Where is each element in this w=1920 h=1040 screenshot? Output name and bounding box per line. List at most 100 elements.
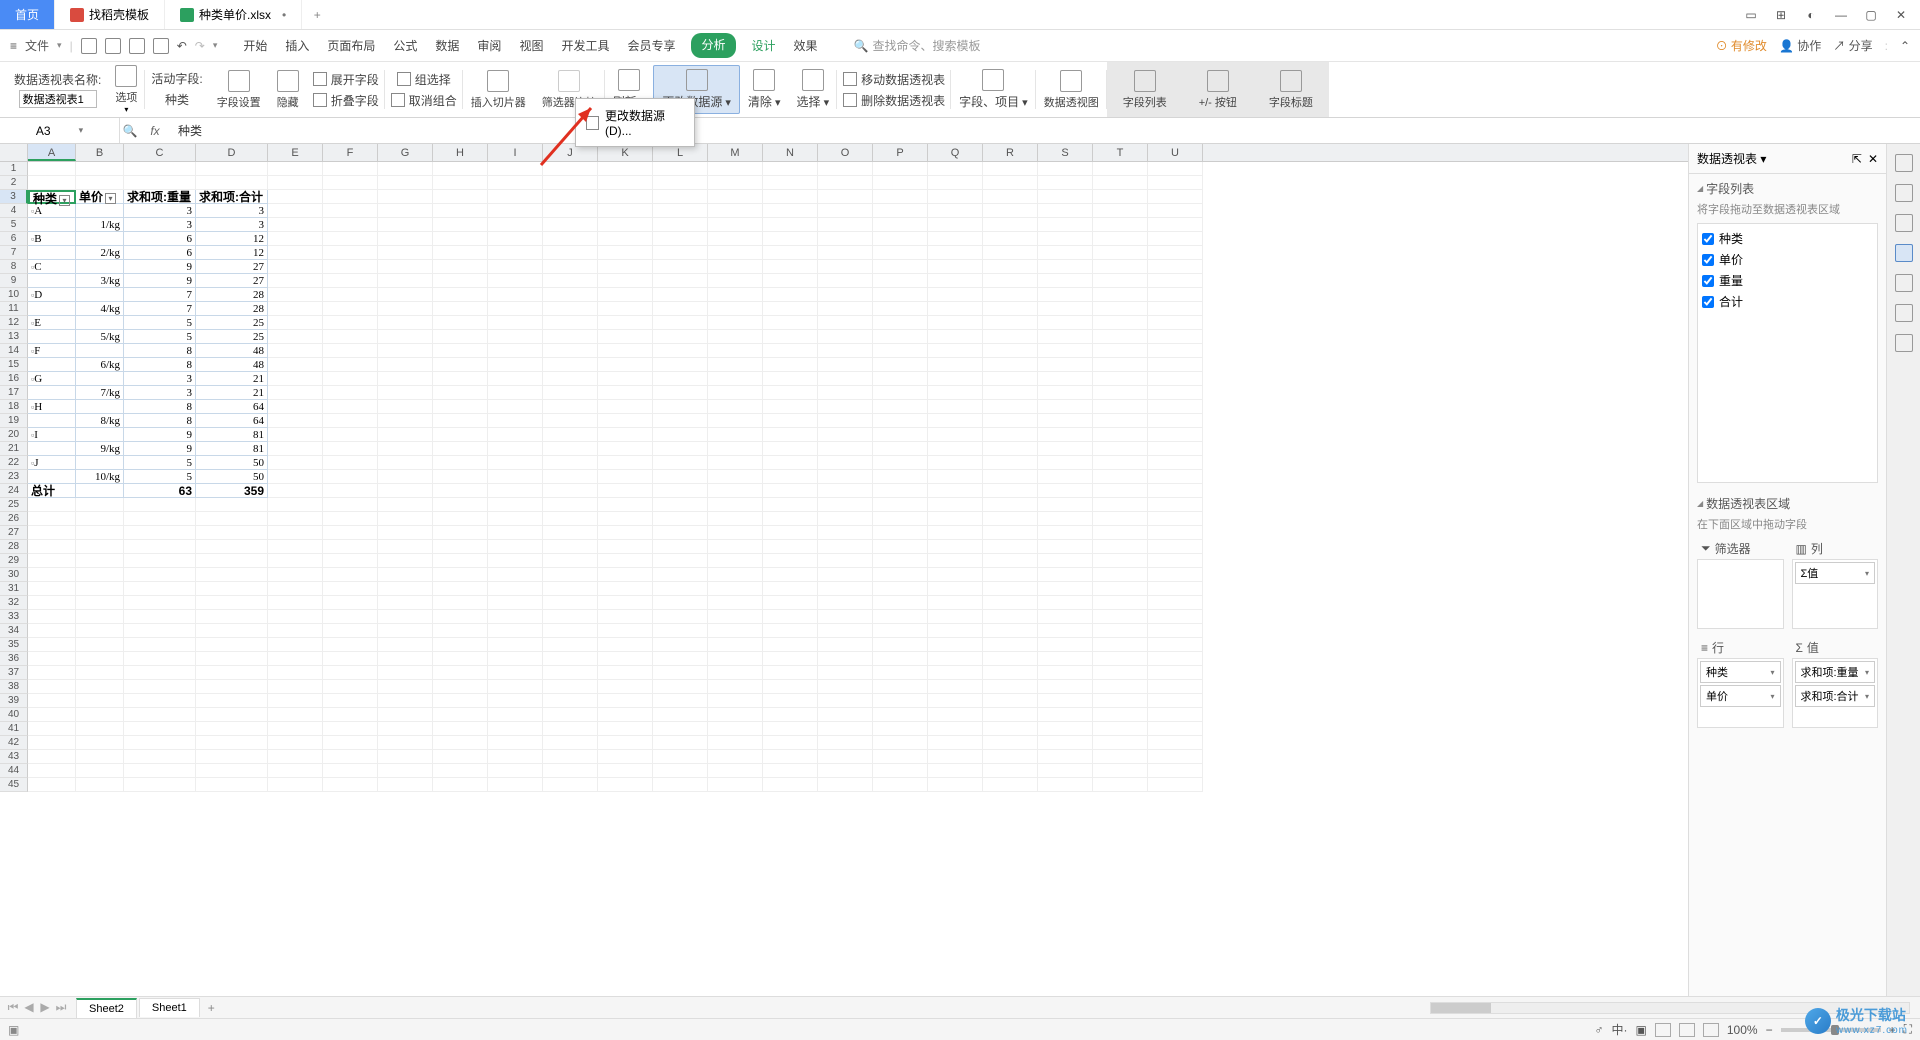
cell[interactable] [653,176,708,190]
cell[interactable] [818,288,873,302]
cell[interactable] [598,316,653,330]
row-header[interactable]: 26 [0,512,28,526]
layout-icon[interactable]: ▭ [1740,8,1762,22]
cell[interactable]: ▫J [28,456,76,470]
preview-icon[interactable] [153,38,169,54]
cell[interactable] [928,722,983,736]
cell[interactable] [543,624,598,638]
cell[interactable] [983,358,1038,372]
cell[interactable] [268,274,323,288]
cell[interactable] [928,652,983,666]
cell[interactable] [268,190,323,204]
cell[interactable] [983,764,1038,778]
cell[interactable] [818,218,873,232]
cell[interactable] [1038,456,1093,470]
col-header-Q[interactable]: Q [928,144,983,161]
cell[interactable] [598,204,653,218]
cell[interactable] [268,610,323,624]
cell[interactable] [873,582,928,596]
cell[interactable] [268,414,323,428]
cell[interactable] [1093,288,1148,302]
cell[interactable] [1038,694,1093,708]
cell[interactable] [543,708,598,722]
cell[interactable] [76,610,124,624]
col-header-N[interactable]: N [763,144,818,161]
cell[interactable] [543,344,598,358]
cell[interactable] [196,162,268,176]
tab-add[interactable]: + [302,0,332,29]
cell[interactable] [983,386,1038,400]
cell[interactable] [488,288,543,302]
cell[interactable] [433,568,488,582]
cell[interactable] [1093,302,1148,316]
cell[interactable] [433,582,488,596]
delete-pivot[interactable]: 删除数据透视表 [843,92,945,109]
cell[interactable] [1148,344,1203,358]
cell[interactable] [488,638,543,652]
ime-icon[interactable]: ♂ [1595,1023,1604,1037]
cell[interactable] [818,778,873,792]
row-header[interactable]: 8 [0,260,28,274]
cell[interactable] [1038,736,1093,750]
formula-input[interactable]: 种类 [170,122,1920,139]
cell[interactable] [268,162,323,176]
cell[interactable] [763,512,818,526]
cell[interactable] [983,652,1038,666]
cell[interactable] [433,358,488,372]
cell[interactable] [1038,778,1093,792]
cell[interactable] [76,456,124,470]
cell[interactable] [1038,596,1093,610]
cell[interactable] [818,274,873,288]
cell[interactable] [873,176,928,190]
cell[interactable] [983,274,1038,288]
cell[interactable] [124,722,196,736]
cell[interactable] [598,652,653,666]
cell[interactable] [598,414,653,428]
cell[interactable] [433,512,488,526]
row-header[interactable]: 36 [0,652,28,666]
cell[interactable] [1038,512,1093,526]
cell[interactable] [708,400,763,414]
cell[interactable] [1093,652,1148,666]
cell[interactable] [708,386,763,400]
cell[interactable] [268,596,323,610]
rail-backup-icon[interactable] [1895,274,1913,292]
rail-settings-icon[interactable] [1895,214,1913,232]
cell[interactable]: 9 [124,274,196,288]
cell[interactable] [268,246,323,260]
tab-formula[interactable]: 公式 [391,33,419,58]
cell[interactable] [1148,428,1203,442]
cell[interactable] [818,624,873,638]
fields-icon[interactable] [982,69,1004,91]
cell[interactable] [268,498,323,512]
cell[interactable] [598,680,653,694]
cell[interactable] [543,484,598,498]
col-header-P[interactable]: P [873,144,928,161]
cell[interactable] [76,512,124,526]
cell[interactable] [488,246,543,260]
cell[interactable] [1038,484,1093,498]
cell[interactable] [598,764,653,778]
cell[interactable] [928,302,983,316]
fx-icon[interactable]: fx [140,124,170,138]
cell[interactable] [873,694,928,708]
cell[interactable] [488,456,543,470]
row-header[interactable]: 38 [0,680,28,694]
row-header[interactable]: 30 [0,568,28,582]
cell[interactable] [598,624,653,638]
tab-dev[interactable]: 开发工具 [559,33,611,58]
cell[interactable] [653,680,708,694]
cell[interactable] [653,414,708,428]
cell[interactable] [488,190,543,204]
cell[interactable] [378,484,433,498]
col-header-C[interactable]: C [124,144,196,161]
cell[interactable] [433,540,488,554]
cell[interactable] [928,372,983,386]
cell[interactable] [28,386,76,400]
cell[interactable] [268,344,323,358]
cell[interactable] [928,274,983,288]
cell[interactable] [76,400,124,414]
cell[interactable] [873,638,928,652]
cell[interactable] [1148,274,1203,288]
cell[interactable] [488,722,543,736]
